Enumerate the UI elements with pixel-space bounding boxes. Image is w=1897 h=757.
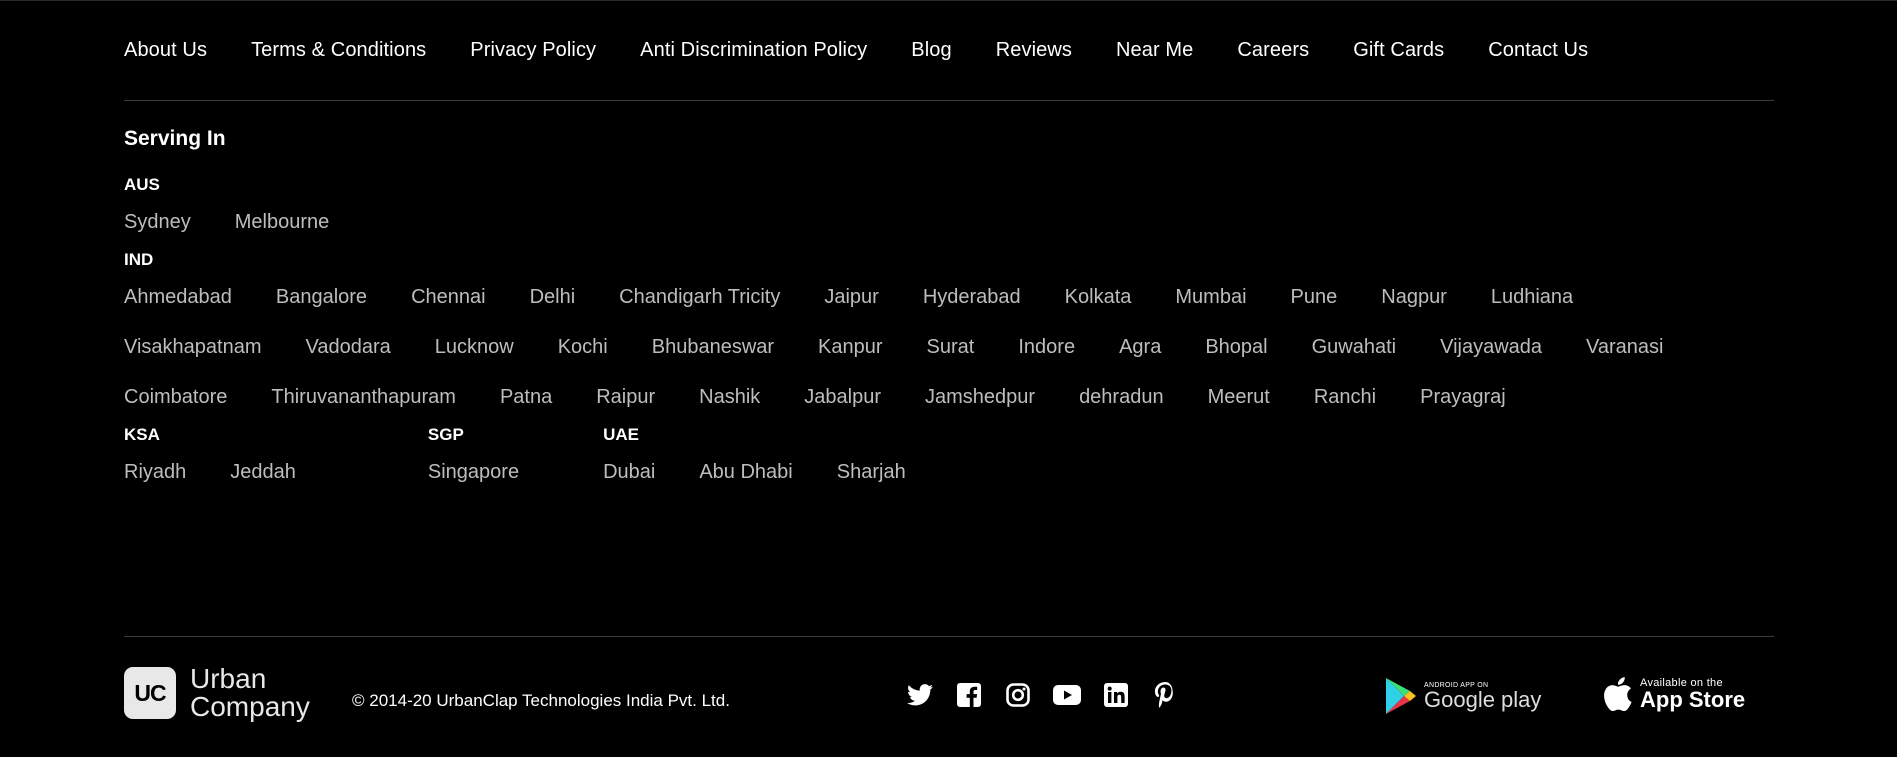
nav-divider (124, 100, 1774, 101)
city-link[interactable]: Jeddah (230, 447, 296, 497)
nav-privacy-policy[interactable]: Privacy Policy (470, 39, 596, 62)
urban-company-logo[interactable]: UC Urban Company (124, 665, 310, 721)
city-link[interactable]: Singapore (428, 447, 519, 497)
group-ksa: KSA Riyadh Jeddah (124, 425, 340, 497)
city-link[interactable]: Sydney (124, 197, 191, 247)
city-link[interactable]: Ludhiana (1491, 272, 1573, 322)
city-link[interactable]: Chandigarh Tricity (619, 272, 780, 322)
footer-nav: About Us Terms & Conditions Privacy Poli… (124, 0, 1774, 100)
city-list-ind: Ahmedabad Bangalore Chennai Delhi Chandigarh… (124, 272, 1774, 422)
apple-icon (1604, 677, 1632, 711)
city-link[interactable]: Kanpur (818, 322, 883, 372)
city-link[interactable]: Guwahati (1312, 322, 1397, 372)
google-play-large-text: Google play (1424, 686, 1542, 712)
city-link[interactable]: Coimbatore (124, 372, 227, 422)
city-list-ksa: Riyadh Jeddah (124, 447, 340, 497)
city-link[interactable]: Lucknow (435, 322, 514, 372)
city-link[interactable]: Sharjah (837, 447, 906, 497)
nav-contact-us[interactable]: Contact Us (1488, 39, 1588, 62)
app-store-badge[interactable]: Available on the App Store (1604, 677, 1745, 711)
city-link[interactable]: Bhopal (1205, 322, 1267, 372)
instagram-icon[interactable] (1004, 681, 1032, 709)
country-groups-row: KSA Riyadh Jeddah SGP Singapore UAE Dubai… (124, 425, 1774, 497)
city-link[interactable]: Mumbai (1175, 272, 1246, 322)
city-link[interactable]: Delhi (530, 272, 576, 322)
city-link[interactable]: Surat (927, 322, 975, 372)
city-link[interactable]: Kolkata (1065, 272, 1132, 322)
city-link[interactable]: Riyadh (124, 447, 186, 497)
city-link[interactable]: Nashik (699, 372, 760, 422)
city-link[interactable]: Jaipur (824, 272, 878, 322)
city-link[interactable]: Varanasi (1586, 322, 1663, 372)
country-label-ind: IND (124, 250, 154, 269)
city-link[interactable]: Indore (1018, 322, 1075, 372)
facebook-icon[interactable] (955, 681, 983, 709)
google-play-icon (1386, 678, 1416, 714)
city-link[interactable]: Abu Dhabi (699, 447, 792, 497)
city-list-sgp: Singapore (428, 447, 563, 497)
logo-word-urban: Urban (190, 663, 267, 694)
nav-about-us[interactable]: About Us (124, 39, 207, 62)
city-link[interactable]: Hyderabad (923, 272, 1021, 322)
nav-near-me[interactable]: Near Me (1116, 39, 1193, 62)
city-link[interactable]: Vijayawada (1440, 322, 1542, 372)
city-link[interactable]: Dubai (603, 447, 655, 497)
city-link[interactable]: Raipur (596, 372, 655, 422)
city-link[interactable]: Pune (1291, 272, 1338, 322)
nav-reviews[interactable]: Reviews (996, 39, 1072, 62)
linkedin-icon[interactable] (1102, 681, 1130, 709)
social-links (906, 681, 1179, 709)
nav-anti-discrimination[interactable]: Anti Discrimination Policy (640, 39, 867, 62)
city-link[interactable]: Visakhapatnam (124, 322, 262, 372)
city-link[interactable]: Meerut (1208, 372, 1270, 422)
city-link[interactable]: Bhubaneswar (652, 322, 774, 372)
twitter-icon[interactable] (906, 681, 934, 709)
country-label-sgp: SGP (427, 425, 464, 444)
city-link[interactable]: Jabalpur (804, 372, 881, 422)
city-list-uae: Dubai Abu Dhabi Sharjah (603, 447, 950, 497)
country-label-aus: AUS (124, 175, 160, 194)
city-link[interactable]: Ranchi (1314, 372, 1376, 422)
city-list-aus: Sydney Melbourne (124, 197, 1774, 247)
nav-terms[interactable]: Terms & Conditions (251, 39, 426, 62)
group-sgp: SGP Singapore (428, 425, 563, 497)
nav-blog[interactable]: Blog (911, 39, 951, 62)
nav-careers[interactable]: Careers (1237, 39, 1309, 62)
city-link[interactable]: Bangalore (276, 272, 367, 322)
city-link[interactable]: dehradun (1079, 372, 1164, 422)
logo-word-company: Company (190, 691, 310, 722)
logo-wordmark: Urban Company (190, 665, 310, 721)
country-label-ksa: KSA (124, 425, 160, 444)
city-link[interactable]: Jamshedpur (925, 372, 1035, 422)
city-link[interactable]: Thiruvananthapuram (271, 372, 456, 422)
app-store-large-text: App Store (1640, 687, 1746, 712)
serving-in-heading: Serving In (124, 127, 226, 150)
city-link[interactable]: Chennai (411, 272, 486, 322)
city-link[interactable]: Vadodara (306, 322, 391, 372)
city-link[interactable]: Patna (500, 372, 552, 422)
nav-gift-cards[interactable]: Gift Cards (1353, 39, 1444, 62)
city-link[interactable]: Agra (1119, 322, 1161, 372)
footer-links-area: About Us Terms & Conditions Privacy Poli… (124, 0, 1774, 497)
group-uae: UAE Dubai Abu Dhabi Sharjah (603, 425, 950, 497)
pinterest-icon[interactable] (1151, 681, 1179, 709)
copyright-text: © 2014-20 UrbanClap Technologies India P… (352, 691, 730, 710)
city-link[interactable]: Prayagraj (1420, 372, 1506, 422)
footer-bottom-bar: UC Urban Company © 2014-20 UrbanClap Tec… (124, 636, 1774, 757)
city-link[interactable]: Kochi (558, 322, 608, 372)
city-link[interactable]: Nagpur (1381, 272, 1447, 322)
logo-mark: UC (124, 667, 176, 719)
youtube-icon[interactable] (1053, 681, 1081, 709)
city-link[interactable]: Ahmedabad (124, 272, 232, 322)
country-label-uae: UAE (603, 425, 639, 444)
google-play-badge[interactable]: ANDROID APP ON Google play (1384, 677, 1541, 715)
city-link[interactable]: Melbourne (235, 197, 330, 247)
